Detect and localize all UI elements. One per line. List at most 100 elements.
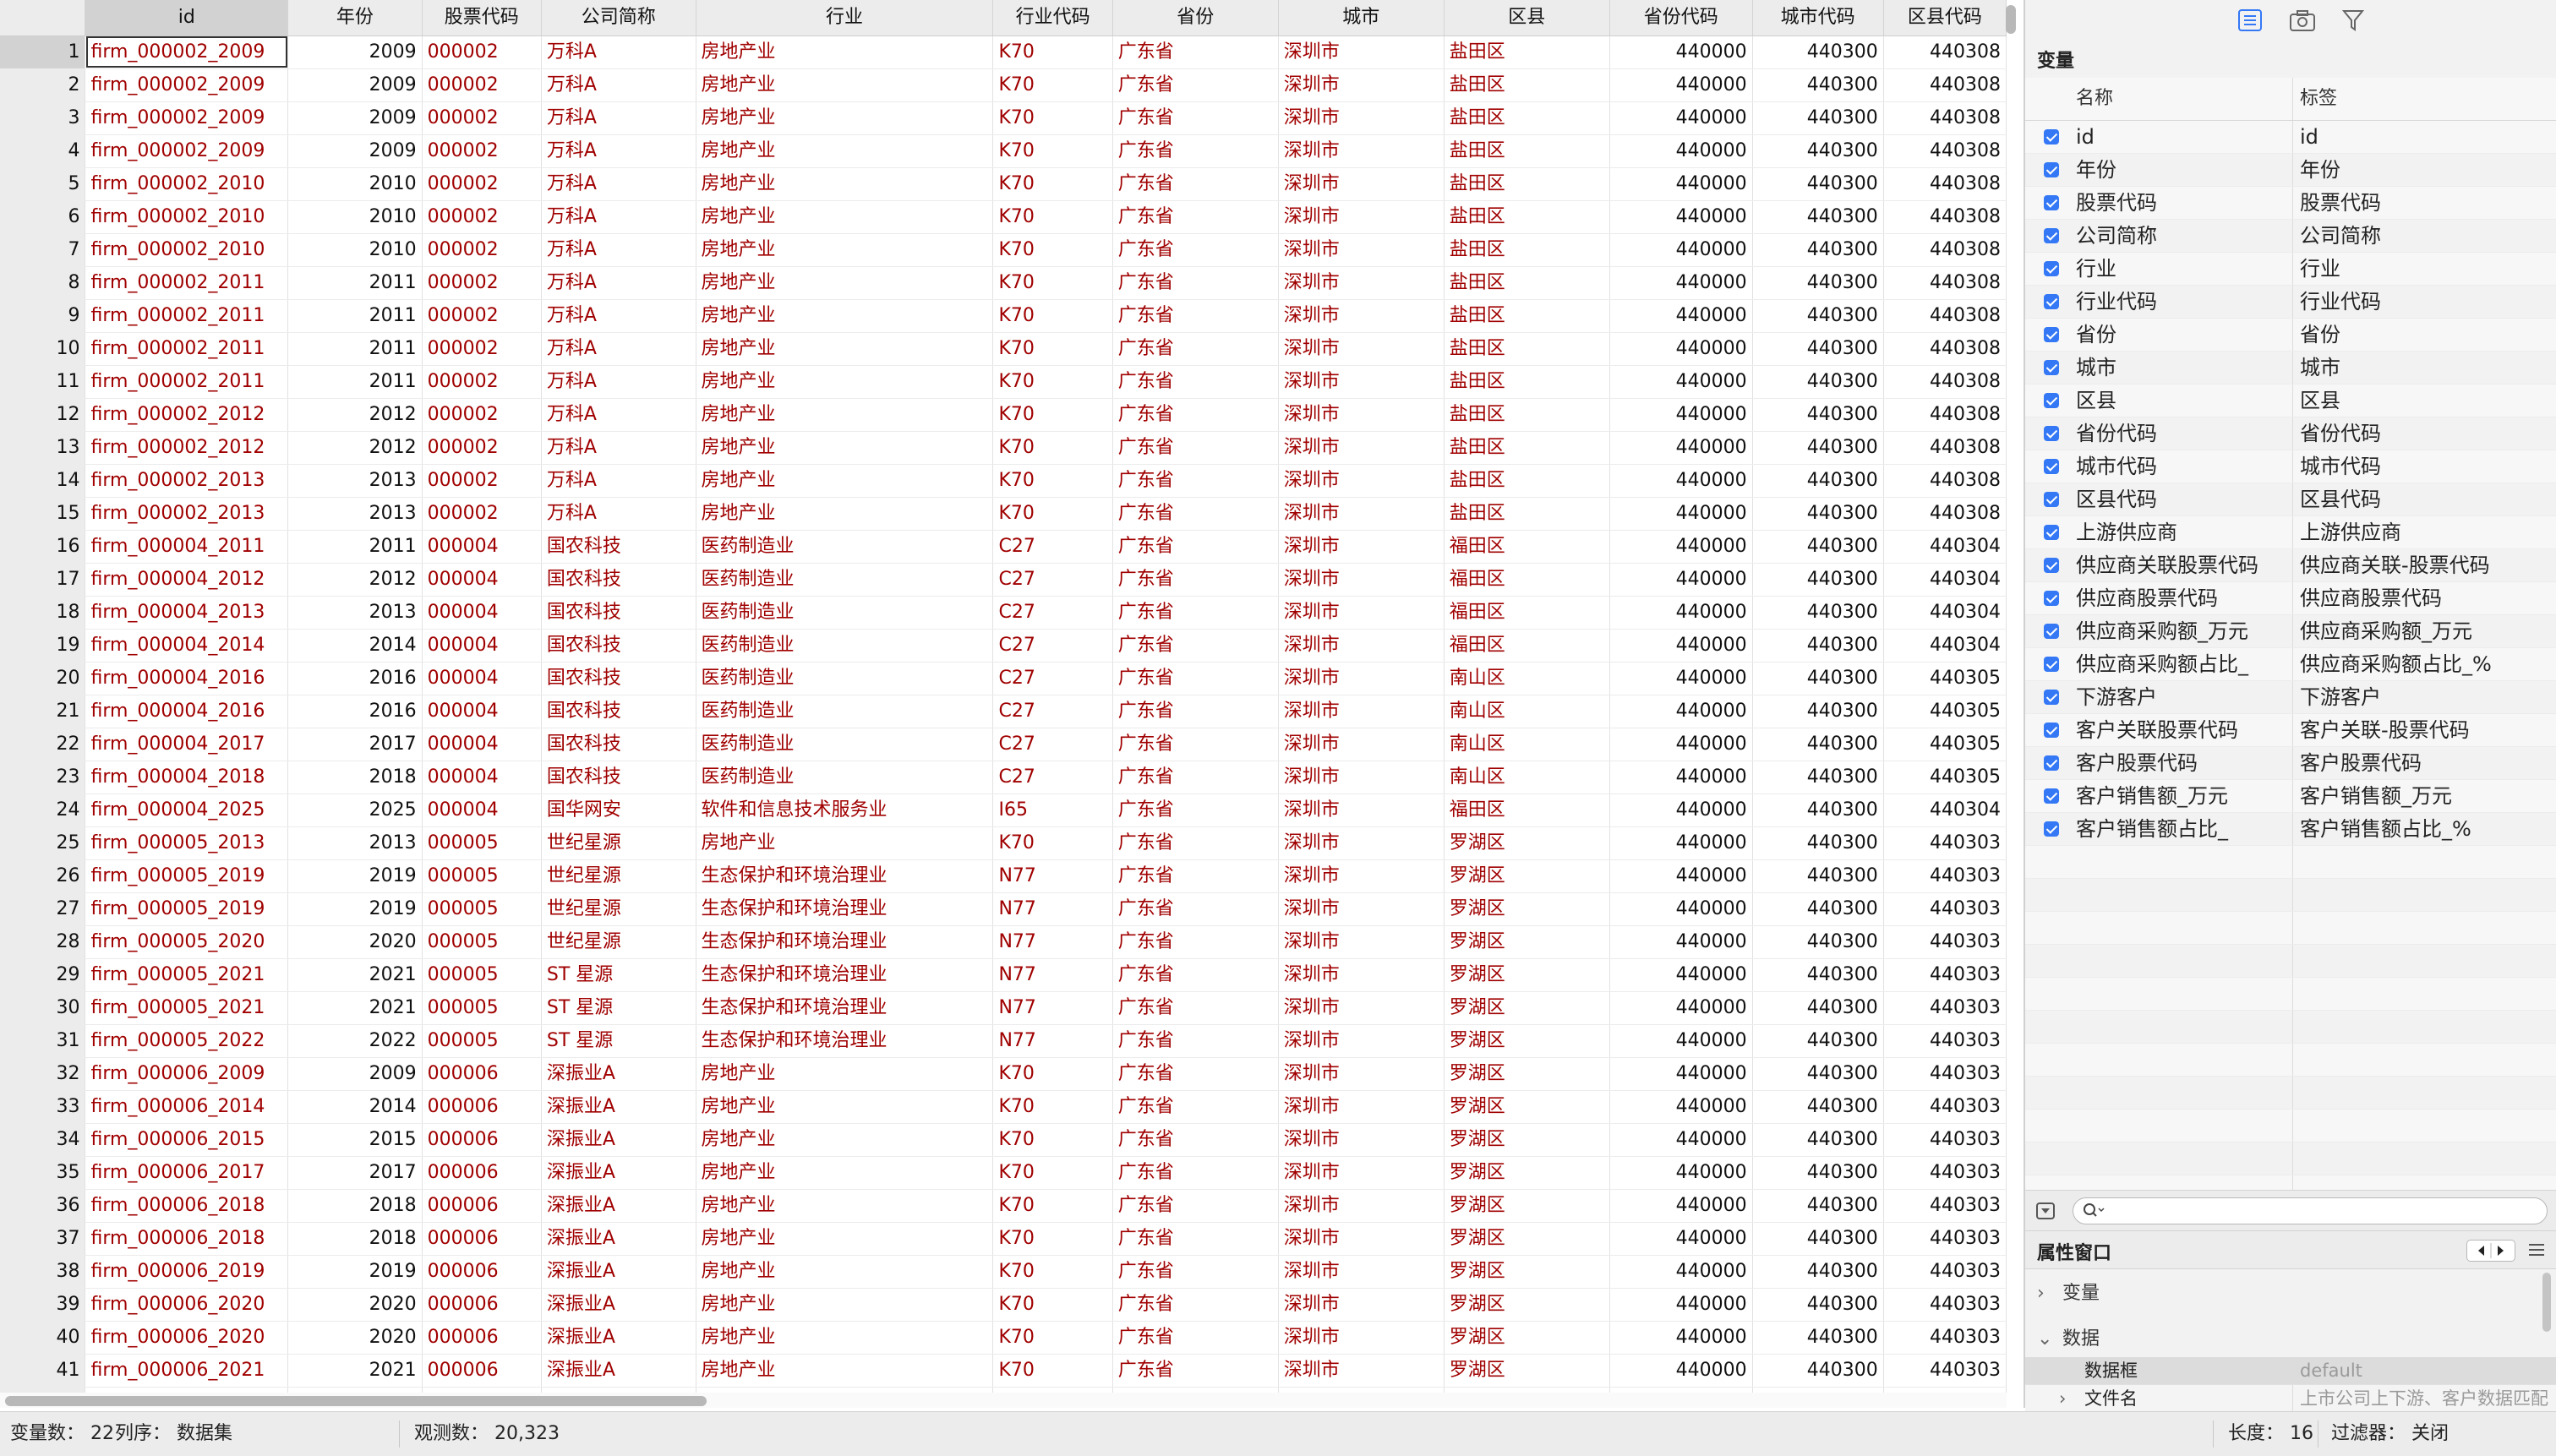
table-cell[interactable]: 000006 (422, 1156, 542, 1190)
row-number[interactable]: 29 (0, 958, 86, 992)
table-cell[interactable]: 440300 (1752, 1090, 1884, 1124)
table-cell[interactable]: K70 (992, 299, 1113, 333)
table-cell[interactable]: 000004 (422, 761, 542, 794)
variable-checkbox[interactable] (2044, 129, 2059, 145)
table-cell[interactable]: 罗湖区 (1444, 1123, 1610, 1157)
row-number[interactable]: 26 (0, 859, 86, 893)
table-cell[interactable]: K70 (992, 1123, 1113, 1157)
properties-variables-section[interactable]: › 变量 (2037, 1278, 2100, 1305)
table-cell[interactable]: 440304 (1883, 629, 2007, 663)
table-cell[interactable]: 440300 (1752, 35, 1884, 69)
table-cell[interactable]: 440300 (1752, 167, 1884, 201)
table-cell[interactable]: 罗湖区 (1444, 925, 1610, 959)
table-cell[interactable]: 深圳市 (1278, 365, 1445, 399)
table-cell[interactable]: K70 (992, 1288, 1113, 1322)
table-cell[interactable]: 440308 (1883, 101, 2007, 135)
horizontal-scroll-thumb[interactable] (5, 1396, 707, 1406)
table-cell[interactable]: 罗湖区 (1444, 859, 1610, 893)
table-cell[interactable]: 万科A (541, 464, 696, 498)
table-cell[interactable]: 广东省 (1112, 266, 1279, 300)
variable-checkbox[interactable] (2044, 558, 2059, 573)
row-number[interactable]: 3 (0, 101, 86, 135)
column-header[interactable]: 区县代码 (1883, 0, 2007, 36)
table-cell[interactable]: ST 星源 (541, 1024, 696, 1058)
table-cell[interactable]: 广东省 (1112, 134, 1279, 168)
table-cell[interactable]: 440300 (1752, 68, 1884, 102)
table-cell[interactable]: 万科A (541, 134, 696, 168)
table-cell[interactable]: 440300 (1752, 1288, 1884, 1322)
table-row[interactable]: 14 firm_000002_2013 2013 000002 万科A 房地产业 K70 广东… (0, 464, 2007, 498)
variables-view-icon[interactable] (2235, 5, 2265, 35)
table-cell[interactable]: 深圳市 (1278, 892, 1445, 926)
table-cell[interactable]: 万科A (541, 101, 696, 135)
variable-row[interactable]: 客户销售额占比_ 客户销售额占比_% (2025, 813, 2556, 846)
table-cell[interactable]: 2012 (287, 431, 423, 465)
table-cell[interactable]: 440300 (1752, 1222, 1884, 1256)
table-row[interactable]: 35 firm_000006_2017 2017 000006 深振业A 房地产业 K70 广… (0, 1156, 2007, 1190)
table-cell[interactable]: 盐田区 (1444, 68, 1610, 102)
row-number[interactable]: 17 (0, 563, 86, 597)
column-name-header[interactable]: 名称 (2076, 78, 2287, 120)
properties-data-section[interactable]: ⌄ 数据 (2037, 1323, 2100, 1350)
table-cell[interactable]: 广东省 (1112, 1354, 1279, 1388)
table-cell[interactable]: firm_000002_2013 (85, 464, 289, 498)
table-cell[interactable]: K70 (992, 68, 1113, 102)
table-cell[interactable]: 440000 (1609, 892, 1753, 926)
column-header[interactable]: 区县 (1444, 0, 1610, 36)
table-cell[interactable]: K70 (992, 332, 1113, 366)
table-cell[interactable]: 2013 (287, 826, 423, 860)
table-cell[interactable]: 440300 (1752, 101, 1884, 135)
table-cell[interactable]: K70 (992, 1189, 1113, 1223)
row-number[interactable]: 19 (0, 629, 86, 663)
table-cell[interactable]: 房地产业 (696, 299, 994, 333)
variable-checkbox[interactable] (2044, 755, 2059, 771)
row-number[interactable]: 1 (0, 35, 86, 69)
table-cell[interactable]: 深圳市 (1278, 1024, 1445, 1058)
table-cell[interactable]: 生态保护和环境治理业 (696, 958, 994, 992)
table-cell[interactable]: 盐田区 (1444, 35, 1610, 69)
table-cell[interactable]: firm_000002_2011 (85, 299, 289, 333)
table-row[interactable]: 40 firm_000006_2020 2020 000006 深振业A 房地产业 K70 广… (0, 1321, 2007, 1355)
table-cell[interactable]: 医药制造业 (696, 596, 994, 630)
row-number[interactable]: 27 (0, 892, 86, 926)
table-cell[interactable]: 生态保护和环境治理业 (696, 892, 994, 926)
row-number[interactable]: 12 (0, 398, 86, 432)
table-cell[interactable]: 440000 (1609, 1024, 1753, 1058)
column-header[interactable]: 行业 (696, 0, 994, 36)
row-number[interactable]: 6 (0, 200, 86, 234)
table-cell[interactable]: 440000 (1609, 134, 1753, 168)
table-cell[interactable]: 440308 (1883, 365, 2007, 399)
table-cell[interactable]: 盐田区 (1444, 167, 1610, 201)
row-number[interactable]: 5 (0, 167, 86, 201)
table-row[interactable]: 32 firm_000006_2009 2009 000006 深振业A 房地产业 K70 广… (0, 1057, 2007, 1091)
table-cell[interactable]: firm_000002_2012 (85, 431, 289, 465)
row-number[interactable]: 4 (0, 134, 86, 168)
table-cell[interactable]: 000002 (422, 101, 542, 135)
table-cell[interactable]: 罗湖区 (1444, 1222, 1610, 1256)
table-row[interactable]: 38 firm_000006_2019 2019 000006 深振业A 房地产业 K70 广… (0, 1255, 2007, 1289)
table-cell[interactable]: 440305 (1883, 761, 2007, 794)
table-cell[interactable]: 000002 (422, 68, 542, 102)
table-row[interactable]: 3 firm_000002_2009 2009 000002 万科A 房地产业 K70 广东省… (0, 101, 2007, 135)
table-cell[interactable]: 罗湖区 (1444, 991, 1610, 1025)
column-header[interactable]: 行业代码 (992, 0, 1113, 36)
table-cell[interactable]: 2025 (287, 793, 423, 827)
table-cell[interactable]: 国农科技 (541, 761, 696, 794)
variable-checkbox[interactable] (2044, 261, 2059, 276)
table-cell[interactable]: 罗湖区 (1444, 1090, 1610, 1124)
table-row[interactable]: 24 firm_000004_2025 2025 000004 国华网安 软件和信息技术服… (0, 793, 2007, 827)
table-cell[interactable]: 440000 (1609, 596, 1753, 630)
table-cell[interactable]: 深振业A (541, 1090, 696, 1124)
filter-toggle-icon[interactable] (2035, 1201, 2056, 1224)
table-cell[interactable]: 房地产业 (696, 1222, 994, 1256)
table-cell[interactable]: 440000 (1609, 233, 1753, 267)
row-number[interactable]: 25 (0, 826, 86, 860)
table-cell[interactable]: 000002 (422, 431, 542, 465)
table-cell[interactable]: 广东省 (1112, 1222, 1279, 1256)
table-cell[interactable]: K70 (992, 266, 1113, 300)
table-cell[interactable]: 广东省 (1112, 464, 1279, 498)
table-cell[interactable]: 440000 (1609, 1222, 1753, 1256)
table-cell[interactable]: 深圳市 (1278, 431, 1445, 465)
table-cell[interactable]: 440000 (1609, 1057, 1753, 1091)
table-cell[interactable]: 440000 (1609, 1090, 1753, 1124)
